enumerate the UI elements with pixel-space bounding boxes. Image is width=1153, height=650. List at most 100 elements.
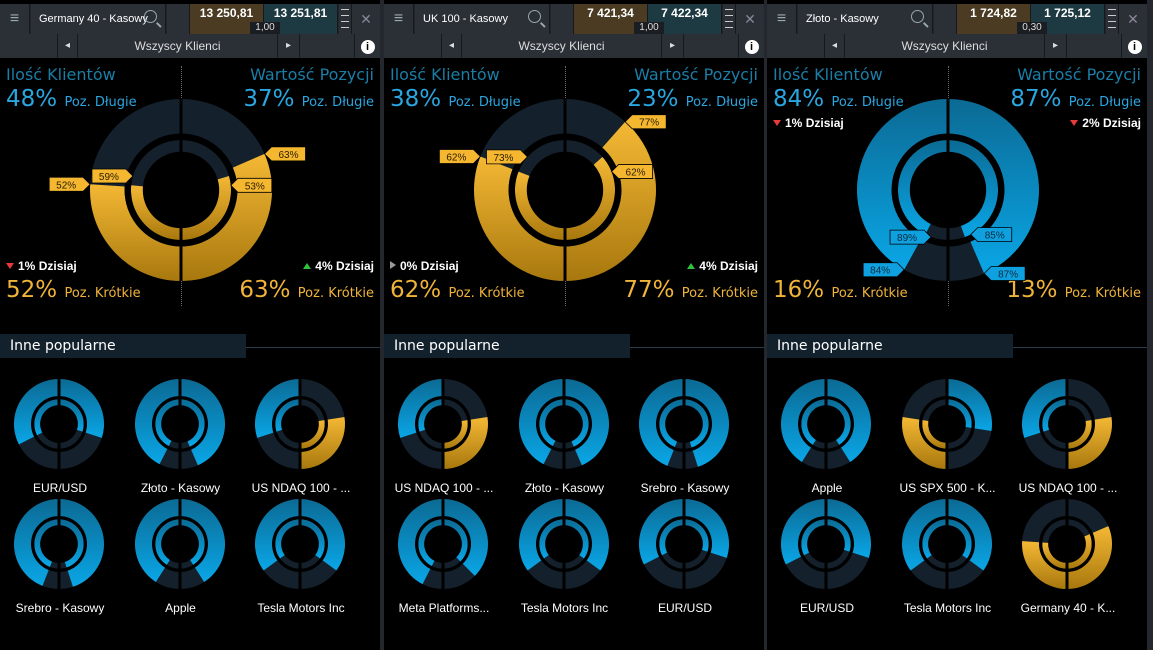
info-button[interactable]: i xyxy=(355,34,380,58)
popular-instrument[interactable]: EUR/USD xyxy=(767,498,887,615)
popular-instrument[interactable]: Złoto - Kasowy xyxy=(121,378,241,495)
prev-filter-button[interactable]: ◂ xyxy=(442,34,462,58)
info-icon: i xyxy=(1127,40,1142,54)
mini-donut-divider xyxy=(945,379,948,469)
mini-donut-divider xyxy=(178,499,181,589)
popular-instrument[interactable]: EUR/USD xyxy=(625,498,745,615)
section-divider xyxy=(1013,347,1147,348)
mini-donut-chart xyxy=(781,379,871,469)
close-button[interactable]: ✕ xyxy=(352,4,380,34)
info-button[interactable]: i xyxy=(739,34,764,58)
mini-donut-divider xyxy=(57,379,61,469)
instrument-search[interactable]: Germany 40 - Kasowy xyxy=(31,4,166,34)
filter-spacer xyxy=(1067,34,1122,58)
mini-donut-divider xyxy=(57,499,61,589)
search-icon[interactable] xyxy=(911,10,924,23)
popular-instrument-name: Apple xyxy=(811,481,843,495)
value-inner-tag: 73% xyxy=(486,149,529,165)
filter-bar: ◂ Wszyscy Klienci ▸ i xyxy=(767,34,1147,58)
menu-button[interactable]: ≡ xyxy=(0,4,30,34)
section-divider xyxy=(630,347,764,348)
filter-bar: ◂ Wszyscy Klienci ▸ i xyxy=(0,34,380,58)
popular-instrument[interactable]: US SPX 500 - K... xyxy=(888,378,1008,495)
popular-section-title: Inne popularne xyxy=(0,334,246,358)
popular-instrument[interactable]: Tesla Motors Inc xyxy=(888,498,1008,615)
section-divider xyxy=(246,347,380,348)
popular-instrument-name: EUR/USD xyxy=(799,601,854,615)
info-button[interactable]: i xyxy=(1122,34,1147,58)
clients-inner-tag: 85% xyxy=(970,227,1013,242)
popular-instrument-name: US NDAQ 100 - ... xyxy=(1018,481,1118,495)
mini-donut-chart xyxy=(1022,379,1112,469)
client-filter-label: Wszyscy Klienci xyxy=(78,34,278,58)
filter-bar: ◂ Wszyscy Klienci ▸ i xyxy=(384,34,764,58)
drag-handle-icon[interactable] xyxy=(339,4,352,34)
popular-instrument-name: Tesla Motors Inc xyxy=(257,601,345,615)
svg-text:84%: 84% xyxy=(870,266,890,277)
popular-instrument[interactable]: Apple xyxy=(767,378,887,495)
main-donut-divider xyxy=(179,99,183,281)
next-filter-button[interactable]: ▸ xyxy=(662,34,684,58)
popular-instrument[interactable]: Srebro - Kasowy xyxy=(0,498,120,615)
instrument-header: ≡ UK 100 - Kasowy 7 421,34 7 422,34 ✕ 1,… xyxy=(384,4,764,34)
menu-button[interactable]: ≡ xyxy=(384,4,414,34)
popular-instrument[interactable]: Meta Platforms... xyxy=(384,498,504,615)
spread-badge: 1,00 xyxy=(250,22,280,34)
svg-text:63%: 63% xyxy=(279,150,299,161)
next-filter-button[interactable]: ▸ xyxy=(1045,34,1067,58)
popular-instrument-name: Tesla Motors Inc xyxy=(520,601,609,615)
prev-filter-button[interactable]: ◂ xyxy=(58,34,78,58)
mini-donut-divider xyxy=(945,499,948,589)
spread-badge: 1,00 xyxy=(634,22,664,34)
instrument-search[interactable]: UK 100 - Kasowy xyxy=(415,4,550,34)
popular-instrument-name: Apple xyxy=(165,601,196,615)
drag-handle-icon[interactable] xyxy=(1106,4,1119,34)
close-button[interactable]: ✕ xyxy=(736,4,764,34)
search-icon[interactable] xyxy=(528,10,541,23)
prev-filter-button[interactable]: ◂ xyxy=(825,34,845,58)
mini-donut-divider xyxy=(441,499,445,589)
clients-inner-tag: 62% xyxy=(610,164,653,179)
drag-handle-icon[interactable] xyxy=(723,4,736,34)
mini-donut-chart xyxy=(901,499,992,589)
mini-donut-chart xyxy=(518,499,609,589)
popular-instrument[interactable]: EUR/USD xyxy=(0,378,120,495)
client-filter-label: Wszyscy Klienci xyxy=(845,34,1045,58)
close-button[interactable]: ✕ xyxy=(1119,4,1147,34)
mini-donut-divider xyxy=(441,379,445,469)
svg-text:53%: 53% xyxy=(245,181,265,192)
popular-instrument[interactable]: Srebro - Kasowy xyxy=(625,378,745,495)
menu-button[interactable]: ≡ xyxy=(767,4,797,34)
popular-instrument[interactable]: US NDAQ 100 - ... xyxy=(241,378,361,495)
svg-text:85%: 85% xyxy=(985,231,1005,242)
value-outer-tag: 63% xyxy=(263,146,306,162)
popular-instrument[interactable]: US NDAQ 100 - ... xyxy=(1008,378,1128,495)
mini-donut-chart xyxy=(398,499,488,589)
instrument-search[interactable]: Złoto - Kasowy xyxy=(798,4,933,34)
header-spacer xyxy=(167,4,190,34)
popular-instrument-name: Złoto - Kasowy xyxy=(524,481,605,495)
popular-instrument[interactable]: Złoto - Kasowy xyxy=(505,378,625,495)
mini-donut-divider xyxy=(1065,499,1069,589)
search-icon[interactable] xyxy=(144,10,157,23)
popular-instrument[interactable]: US NDAQ 100 - ... xyxy=(384,378,504,495)
next-filter-button[interactable]: ▸ xyxy=(278,34,300,58)
popular-instrument[interactable]: Germany 40 - K... xyxy=(1008,498,1128,615)
mini-donut-chart xyxy=(255,499,345,589)
mini-donut-chart xyxy=(901,379,992,469)
info-icon: i xyxy=(360,40,375,54)
mini-donut-chart xyxy=(639,379,729,469)
mini-donut-divider xyxy=(562,499,565,589)
svg-text:73%: 73% xyxy=(493,153,513,164)
filter-spacer xyxy=(384,34,442,58)
popular-instrument[interactable]: Apple xyxy=(121,498,241,615)
mini-donut-chart xyxy=(518,379,609,469)
popular-instrument[interactable]: Tesla Motors Inc xyxy=(241,498,361,615)
mini-donut-chart xyxy=(13,499,104,589)
filter-spacer xyxy=(767,34,825,58)
popular-instrument[interactable]: Tesla Motors Inc xyxy=(505,498,625,615)
mini-donut-chart xyxy=(398,379,488,469)
spread-badge: 0,30 xyxy=(1017,22,1047,34)
popular-instrument-name: EUR/USD xyxy=(32,481,87,495)
mini-donut-divider xyxy=(178,379,181,469)
